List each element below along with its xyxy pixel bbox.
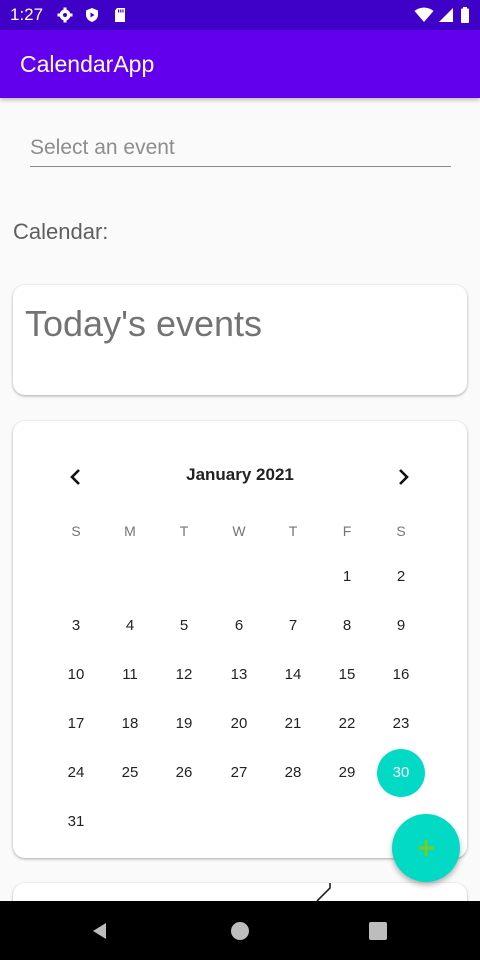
app-title: CalendarApp bbox=[20, 51, 155, 77]
weekday-header: S bbox=[71, 523, 81, 539]
weekday-header: M bbox=[124, 523, 136, 539]
back-icon[interactable] bbox=[90, 921, 110, 941]
sd-card-icon bbox=[115, 8, 125, 22]
calendar-day[interactable]: 3 bbox=[52, 602, 100, 650]
status-time: 1:27 bbox=[10, 5, 44, 24]
calendar-day[interactable]: 11 bbox=[106, 651, 154, 699]
calendar-day[interactable]: 8 bbox=[323, 602, 371, 650]
calendar-day[interactable]: 6 bbox=[215, 602, 263, 650]
app-bar: CalendarApp bbox=[0, 30, 480, 98]
calendar-label: Calendar: bbox=[13, 219, 109, 244]
calendar-day[interactable]: 18 bbox=[106, 700, 154, 748]
plus-icon bbox=[418, 840, 434, 856]
calendar-day[interactable]: 26 bbox=[160, 749, 208, 797]
chevron-right-icon[interactable] bbox=[389, 463, 417, 491]
event-select-input[interactable]: Select an event bbox=[30, 136, 451, 167]
calendar-day[interactable]: 12 bbox=[160, 651, 208, 699]
calendar-day[interactable]: 29 bbox=[323, 749, 371, 797]
calendar-day[interactable]: 17 bbox=[52, 700, 100, 748]
todays-events-card: Today's events bbox=[13, 285, 467, 395]
home-icon[interactable] bbox=[230, 921, 250, 941]
calendar-day[interactable]: 13 bbox=[215, 651, 263, 699]
event-select-placeholder: Select an event bbox=[30, 136, 175, 159]
calendar-day[interactable]: 23 bbox=[377, 700, 425, 748]
calendar-day[interactable]: 7 bbox=[269, 602, 317, 650]
calendar-day-selected[interactable]: 30 bbox=[377, 749, 425, 797]
wifi-icon bbox=[414, 7, 434, 22]
calendar-day[interactable]: 9 bbox=[377, 602, 425, 650]
system-nav-bar bbox=[0, 901, 480, 960]
calendar-day[interactable]: 22 bbox=[323, 700, 371, 748]
status-bar: 1:27 bbox=[0, 0, 480, 30]
calendar-card: January 2021 S M T W T F S 1 2 3 4 5 6 7 8 9 10 11… bbox=[13, 421, 467, 858]
calendar-day[interactable]: 20 bbox=[215, 700, 263, 748]
shield-play-icon bbox=[86, 8, 98, 22]
recents-icon[interactable] bbox=[368, 921, 388, 941]
calendar-day[interactable]: 28 bbox=[269, 749, 317, 797]
calendar-day[interactable]: 27 bbox=[215, 749, 263, 797]
weekday-header: T bbox=[179, 523, 189, 539]
weekday-header: S bbox=[396, 523, 406, 539]
calendar-day[interactable]: 21 bbox=[269, 700, 317, 748]
calendar-day[interactable]: 31 bbox=[52, 798, 100, 846]
calendar-day[interactable]: 14 bbox=[269, 651, 317, 699]
battery-icon bbox=[461, 7, 469, 23]
weekday-header: W bbox=[232, 523, 246, 539]
calendar-day[interactable]: 19 bbox=[160, 700, 208, 748]
calendar-day[interactable]: 2 bbox=[377, 553, 425, 601]
calendar-day[interactable]: 10 bbox=[52, 651, 100, 699]
todays-events-title: Today's events bbox=[25, 303, 263, 344]
calendar-day[interactable]: 25 bbox=[106, 749, 154, 797]
calendar-day[interactable]: 4 bbox=[106, 602, 154, 650]
gear-icon bbox=[57, 7, 73, 23]
add-event-button[interactable] bbox=[392, 814, 460, 882]
calendar-day[interactable]: 15 bbox=[323, 651, 371, 699]
weekday-header: F bbox=[342, 523, 352, 539]
weekday-header: T bbox=[288, 523, 298, 539]
signal-icon bbox=[439, 8, 453, 22]
calendar-day[interactable]: 5 bbox=[160, 602, 208, 650]
stroke-mark-icon bbox=[316, 883, 331, 902]
calendar-day[interactable]: 16 bbox=[377, 651, 425, 699]
calendar-day[interactable]: 24 bbox=[52, 749, 100, 797]
calendar-day[interactable]: 1 bbox=[323, 553, 371, 601]
